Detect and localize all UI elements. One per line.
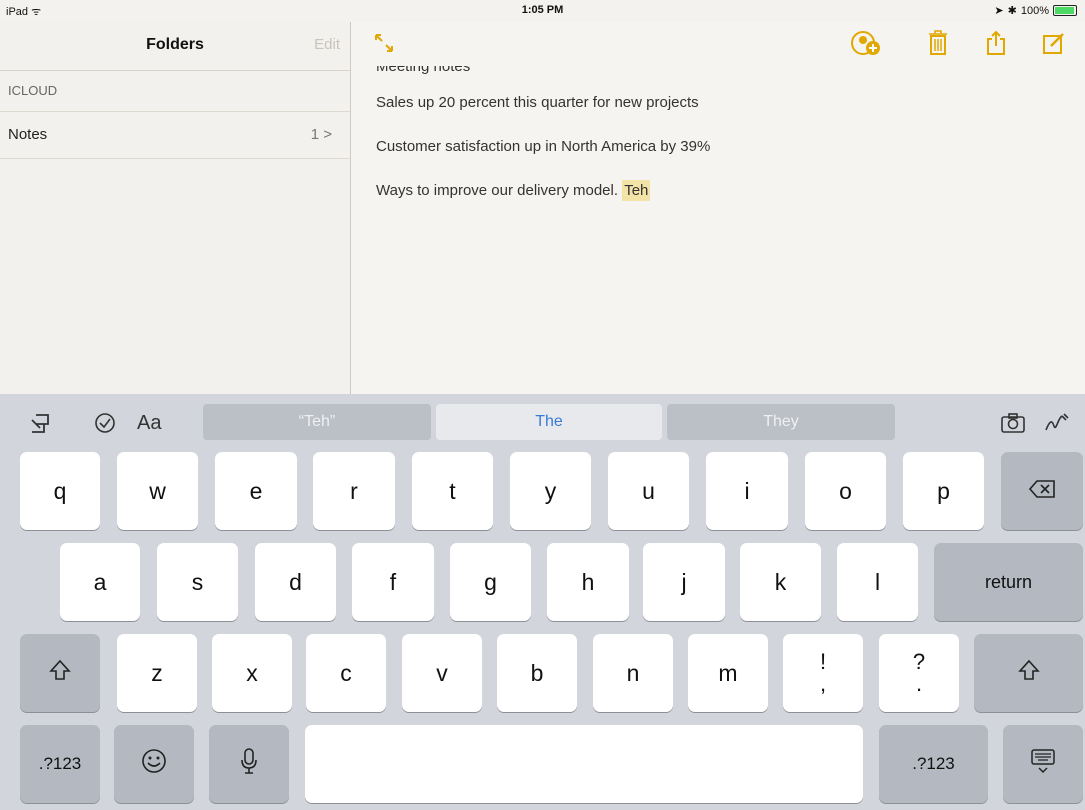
checklist-icon[interactable] — [94, 408, 116, 438]
note-title: Meeting notes — [376, 66, 471, 75]
numbers-key-left[interactable]: .?123 — [20, 725, 100, 803]
return-key[interactable]: return — [934, 543, 1083, 621]
key-r[interactable]: r — [313, 452, 395, 530]
suggestion-right[interactable]: They — [667, 404, 895, 440]
edit-button[interactable]: Edit — [314, 36, 340, 53]
key-t[interactable]: t — [412, 452, 493, 530]
compose-icon[interactable] — [1039, 28, 1069, 58]
key-q[interactable]: q — [20, 452, 100, 530]
key-c[interactable]: c — [306, 634, 386, 712]
hide-keyboard-key[interactable] — [1003, 725, 1083, 803]
key-primary-char: ! — [819, 649, 827, 674]
share-icon[interactable] — [981, 28, 1011, 58]
undo-icon[interactable] — [30, 408, 54, 438]
dictation-key[interactable] — [209, 725, 289, 803]
key-a[interactable]: a — [60, 543, 140, 621]
numbers-key-right[interactable]: .?123 — [879, 725, 988, 803]
keyboard: Aa “Teh” The They q w e r t y u i o p a … — [0, 394, 1085, 810]
trash-icon[interactable] — [923, 28, 953, 58]
key-s[interactable]: s — [157, 543, 238, 621]
key-d[interactable]: d — [255, 543, 336, 621]
key-x[interactable]: x — [212, 634, 292, 712]
status-bar: iPad ᯤ 1:05 PM ➤ ✱ 100% — [0, 0, 1085, 22]
key-z[interactable]: z — [117, 634, 197, 712]
format-button[interactable]: Aa — [137, 408, 161, 438]
camera-icon[interactable] — [1000, 408, 1026, 438]
sketch-icon[interactable] — [1044, 408, 1070, 438]
sidebar-title: Folders — [146, 36, 204, 53]
key-f[interactable]: f — [352, 543, 434, 621]
emoji-icon — [140, 747, 168, 781]
add-people-icon[interactable] — [851, 28, 881, 58]
key-question-period[interactable]: ? . — [879, 634, 959, 712]
shift-icon — [49, 659, 71, 687]
key-g[interactable]: g — [450, 543, 531, 621]
key-j[interactable]: j — [643, 543, 725, 621]
key-secondary-char: , — [819, 671, 827, 696]
key-p[interactable]: p — [903, 452, 984, 530]
delete-key[interactable] — [1001, 452, 1083, 530]
section-icloud: ICLOUD — [0, 71, 350, 112]
key-l[interactable]: l — [837, 543, 918, 621]
key-b[interactable]: b — [497, 634, 577, 712]
mic-icon — [239, 747, 259, 781]
folder-label: Notes — [8, 126, 48, 143]
key-n[interactable]: n — [593, 634, 673, 712]
key-v[interactable]: v — [402, 634, 482, 712]
misspelled-word[interactable]: Teh — [622, 180, 651, 201]
keyboard-dismiss-icon — [1029, 747, 1057, 781]
note-pane: Meeting notes Sales up 20 percent this q… — [351, 22, 1085, 394]
battery-percent: 100% — [1020, 4, 1049, 17]
key-m[interactable]: m — [688, 634, 768, 712]
key-exclaim-comma[interactable]: ! , — [783, 634, 863, 712]
key-h[interactable]: h — [547, 543, 629, 621]
location-icon: ➤ — [994, 5, 1004, 17]
delete-icon — [1028, 478, 1056, 505]
folders-sidebar: Folders Edit ICLOUD Notes 1 > — [0, 22, 351, 394]
folder-count: 1 > — [310, 126, 332, 143]
note-line: Ways to improve our delivery model. Teh — [376, 180, 1056, 202]
status-time: 1:05 PM — [521, 4, 564, 16]
space-bar[interactable] — [305, 725, 863, 803]
note-line: Customer satisfaction up in North Americ… — [376, 138, 711, 155]
key-i[interactable]: i — [706, 452, 788, 530]
suggestion-left[interactable]: “Teh” — [203, 404, 431, 440]
key-o[interactable]: o — [805, 452, 886, 530]
status-right: ➤ ✱ 100% — [994, 4, 1077, 17]
shift-key-right[interactable] — [974, 634, 1083, 712]
shift-icon — [1017, 659, 1040, 687]
key-k[interactable]: k — [740, 543, 821, 621]
note-content[interactable]: Meeting notes Sales up 20 percent this q… — [376, 66, 1056, 226]
key-u[interactable]: u — [608, 452, 689, 530]
emoji-key[interactable] — [114, 725, 194, 803]
shortcut-bar: Aa “Teh” The They — [0, 394, 1085, 446]
shift-key-left[interactable] — [20, 634, 100, 712]
key-primary-char: ? — [912, 649, 926, 674]
note-line: Sales up 20 percent this quarter for new… — [376, 94, 699, 111]
expand-icon[interactable] — [369, 28, 399, 58]
key-secondary-char: . — [915, 671, 923, 696]
folder-notes[interactable]: Notes 1 > — [0, 112, 350, 159]
key-e[interactable]: e — [215, 452, 297, 530]
suggestion-middle[interactable]: The — [436, 404, 662, 440]
battery-icon — [1053, 5, 1077, 16]
sidebar-header: Folders Edit — [0, 22, 350, 71]
key-w[interactable]: w — [117, 452, 198, 530]
bluetooth-icon: ✱ — [1007, 5, 1017, 17]
key-y[interactable]: y — [510, 452, 591, 530]
note-line-text: Ways to improve our delivery model. — [376, 182, 619, 199]
